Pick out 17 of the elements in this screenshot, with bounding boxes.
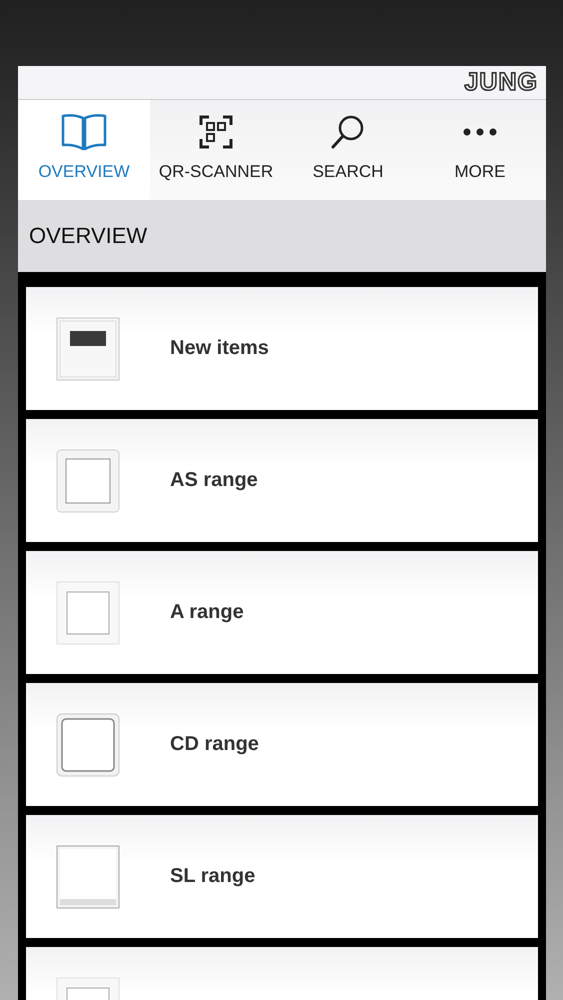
product-thumbnail	[56, 580, 120, 644]
book-icon	[60, 113, 108, 151]
tab[interactable]: OVERVIEW	[18, 100, 150, 200]
brand-logo: JUNG	[464, 70, 538, 95]
list-item[interactable]: CD range	[26, 683, 538, 806]
product-thumbnail	[56, 448, 120, 512]
more-icon	[463, 128, 497, 136]
list-item[interactable]: A range	[26, 551, 538, 674]
section-header: OVERVIEW	[18, 200, 546, 272]
search-icon	[330, 114, 366, 150]
product-thumbnail	[56, 844, 120, 908]
qr-code-icon	[199, 115, 233, 149]
list-item[interactable]: AS range	[26, 419, 538, 542]
list-item[interactable]: SL range	[26, 815, 538, 938]
product-thumbnail	[56, 316, 120, 380]
product-thumbnail	[56, 712, 120, 776]
list-item[interactable]: New items	[26, 287, 538, 410]
